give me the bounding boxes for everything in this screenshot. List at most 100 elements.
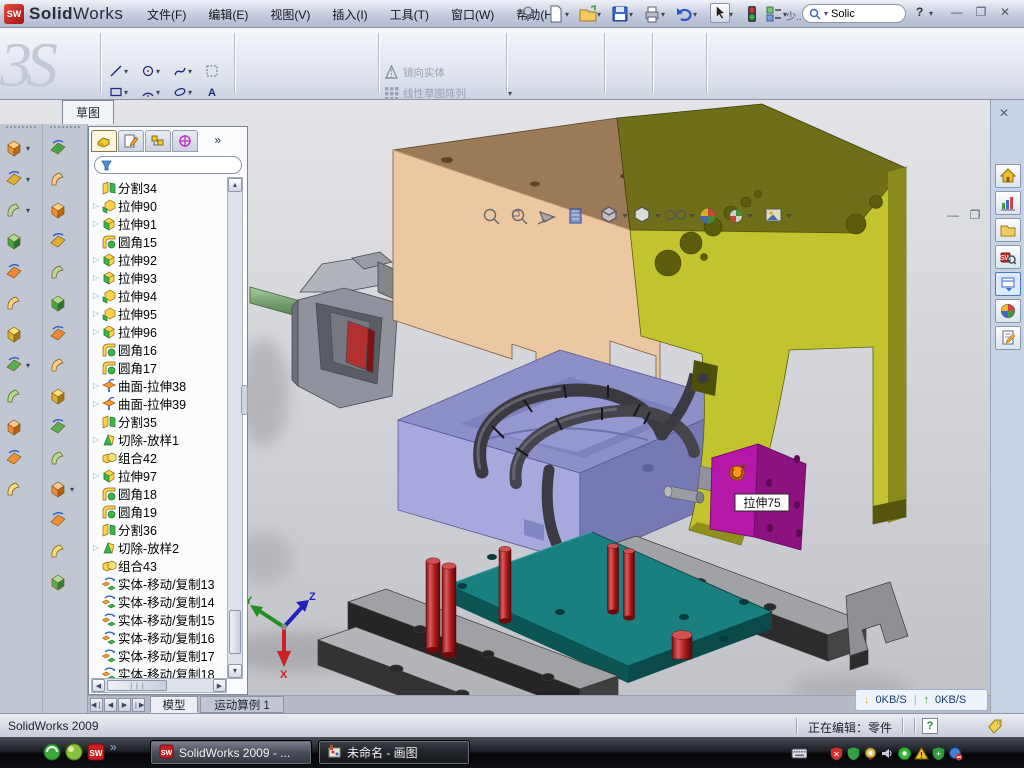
defender-shield-icon[interactable]: + (930, 745, 946, 761)
loft-icon[interactable] (0, 227, 40, 255)
expand-icon[interactable]: ▷ (91, 381, 101, 390)
document-tab-1[interactable]: 模型 (150, 696, 198, 713)
tree-item[interactable]: ▷拉伸91 (91, 214, 227, 232)
spline-icon[interactable]: ▾ (170, 61, 200, 81)
open-icon[interactable] (578, 4, 598, 24)
radiate-surface-icon[interactable] (44, 165, 84, 193)
net-speed-widget[interactable]: ↓ 0KB/S | ↑ 0KB/S (855, 689, 988, 711)
select-box-icon[interactable] (202, 61, 232, 81)
appearances-icon[interactable] (995, 299, 1021, 323)
fillet-icon[interactable] (0, 413, 40, 441)
rectangle-icon[interactable]: ▾ (106, 82, 136, 102)
parting-line-icon[interactable] (44, 227, 84, 255)
expand-icon[interactable]: ▷ (91, 201, 101, 210)
menu-I[interactable]: 插入(I) (321, 2, 378, 27)
text-icon[interactable]: A (202, 82, 232, 102)
chamfer-icon[interactable] (0, 444, 40, 472)
menu-E[interactable]: 编辑(E) (197, 2, 259, 27)
file-explorer-icon[interactable] (995, 218, 1021, 242)
solidworks-quick-icon[interactable]: SW (86, 742, 106, 762)
shell-icon[interactable] (0, 289, 40, 317)
tree-item[interactable]: 组合42 (91, 448, 227, 466)
mirror-entities-button[interactable]: 镜向实体 (384, 62, 512, 83)
scale-icon[interactable] (44, 413, 84, 441)
tree-item[interactable]: 圆角18 (91, 484, 227, 502)
tree-item[interactable]: 组合43 (91, 556, 227, 574)
menu-W[interactable]: 窗口(W) (440, 2, 505, 27)
menu-V[interactable]: 视图(V) (259, 2, 321, 27)
menu-F[interactable]: 文件(F) (136, 2, 197, 27)
arc-icon[interactable]: ▾ (138, 82, 168, 102)
scroll-down-icon[interactable]: ▼ (228, 664, 242, 678)
design-library-icon[interactable] (995, 191, 1021, 215)
scroll-thumb[interactable] (229, 610, 241, 654)
tree-item[interactable]: 实体-移动/复制13 (91, 574, 227, 592)
toolbar-overflow-label[interactable]: 少.. (786, 8, 802, 23)
tree-item[interactable]: 圆角16 (91, 340, 227, 358)
green-app-icon[interactable] (42, 742, 62, 762)
dropdown-caret[interactable]: ▾ (661, 10, 665, 19)
taskbar-window-2[interactable]: 未命名 - 画图 (318, 740, 470, 765)
first-tab-icon[interactable]: ◀❘ (90, 698, 103, 712)
move-face-icon[interactable] (44, 444, 84, 472)
shut-off-surface-icon[interactable] (44, 258, 84, 286)
expand-icon[interactable]: ▷ (91, 399, 101, 408)
quick-tips-icon[interactable]: ? (922, 718, 938, 734)
document-tab-2[interactable]: 运动算例 1 (200, 696, 284, 713)
tree-item[interactable]: ▷切除-放样2 (91, 538, 227, 556)
split-line-icon[interactable] (44, 568, 84, 596)
tree-item[interactable]: 分割36 (91, 520, 227, 538)
close-icon[interactable]: ✕ (996, 5, 1014, 21)
solidworks-resources-icon[interactable] (995, 164, 1021, 188)
updates-icon[interactable] (947, 745, 963, 761)
undercut-analysis-icon[interactable] (44, 506, 84, 534)
draft-icon[interactable] (0, 320, 40, 348)
save-icon[interactable] (610, 4, 630, 24)
expand-icon[interactable]: ▷ (91, 291, 101, 300)
tree-item[interactable]: 圆角15 (91, 232, 227, 250)
undo-icon[interactable] (674, 4, 694, 24)
configurationmanager-tab[interactable] (145, 130, 171, 152)
dropdown-caret[interactable]: ▾ (629, 10, 633, 19)
scroll-left-icon[interactable]: ◀ (92, 679, 105, 692)
search-input[interactable] (831, 8, 887, 20)
expand-icon[interactable]: ▷ (91, 327, 101, 336)
hazard-icon[interactable]: ! (913, 745, 929, 761)
parting-surface-icon[interactable] (44, 289, 84, 317)
search-box[interactable]: ▾ (802, 4, 906, 23)
featuremanager-tab[interactable] (91, 130, 117, 152)
options-list-icon[interactable] (764, 4, 784, 24)
insert-mold-folder-icon[interactable]: ▾ (44, 475, 84, 503)
document-minimize-icon[interactable]: — (944, 208, 962, 224)
tab-草图[interactable]: 草图 (62, 100, 114, 124)
tree-item[interactable]: ▷拉伸97 (91, 466, 227, 484)
expand-icon[interactable]: ▷ (91, 255, 101, 264)
manager-tabs-more[interactable]: » (214, 133, 221, 147)
expand-icon[interactable]: ▷ (91, 309, 101, 318)
core-icon[interactable] (44, 351, 84, 379)
tree-item[interactable]: ▷拉伸90 (91, 196, 227, 214)
tree-item[interactable]: 圆角19 (91, 502, 227, 520)
tree-item[interactable]: ▷切除-放样1 (91, 430, 227, 448)
expand-icon[interactable]: ▷ (91, 435, 101, 444)
help-caret[interactable]: ▾ (929, 9, 933, 18)
dropdown-caret[interactable]: ▾ (729, 10, 733, 19)
expand-icon[interactable]: ▷ (91, 273, 101, 282)
dropdown-caret[interactable]: ▾ (565, 10, 569, 19)
revolve-icon[interactable]: ▾ (0, 165, 40, 193)
volume-icon[interactable] (879, 745, 895, 761)
propertymanager-tab[interactable] (118, 130, 144, 152)
traffic-light-icon[interactable] (742, 4, 762, 24)
tree-vertical-scrollbar[interactable]: ▲ ▼ (227, 177, 243, 679)
tree-item[interactable]: ▷曲面-拉伸38 (91, 376, 227, 394)
panel-splitter-handle[interactable] (241, 385, 248, 415)
pin-icon[interactable] (518, 4, 538, 24)
antivirus-shield-icon[interactable]: ✕ (828, 745, 844, 761)
tree-item[interactable]: ▷拉伸93 (91, 268, 227, 286)
taskbar-window-1[interactable]: SWSolidWorks 2009 - ... (150, 740, 312, 765)
dropdown-caret[interactable]: ▾ (693, 10, 697, 19)
tree-item[interactable]: ▷拉伸95 (91, 304, 227, 322)
expand-icon[interactable]: ▷ (91, 471, 101, 480)
sweep-icon[interactable]: ▾ (0, 196, 40, 224)
tree-item[interactable]: ▷拉伸92 (91, 250, 227, 268)
